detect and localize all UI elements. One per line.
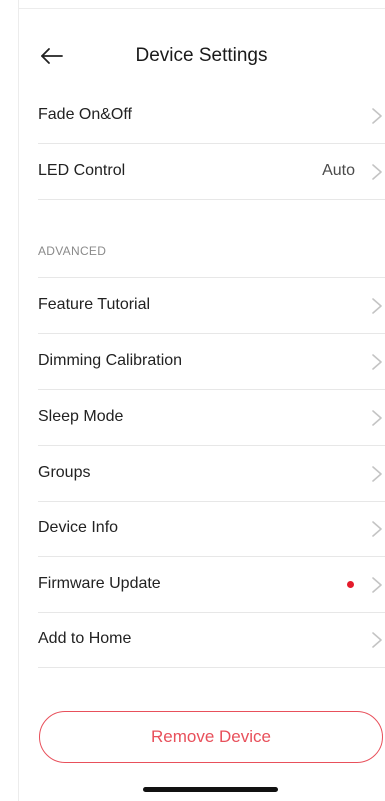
row-firmware-update[interactable]: Firmware Update <box>38 557 385 613</box>
page-title: Device Settings <box>135 45 268 66</box>
row-label: Add to Home <box>38 630 132 647</box>
header: Device Settings <box>18 30 385 82</box>
remove-device-button[interactable]: Remove Device <box>39 711 383 763</box>
chevron-right-icon <box>372 577 382 593</box>
chevron-right-icon <box>372 466 382 482</box>
row-label: LED Control <box>38 162 126 179</box>
row-add-to-home[interactable]: Add to Home <box>38 612 385 668</box>
row-label: Fade On&Off <box>38 106 132 123</box>
home-indicator[interactable] <box>143 787 278 792</box>
chevron-right-icon <box>372 354 382 370</box>
section-header-advanced: ADVANCED <box>38 244 107 258</box>
row-fade-on-off[interactable]: Fade On&Off <box>38 88 385 144</box>
led-control-value: Auto <box>322 162 355 179</box>
chevron-right-icon <box>372 298 382 314</box>
row-led-control[interactable]: LED Control Auto <box>38 144 385 200</box>
chevron-right-icon <box>372 521 382 537</box>
chevron-right-icon <box>372 632 382 648</box>
chevron-right-icon <box>372 164 382 180</box>
row-label: Firmware Update <box>38 575 161 592</box>
row-label: Groups <box>38 464 91 481</box>
row-feature-tutorial[interactable]: Feature Tutorial <box>38 278 385 334</box>
chevron-right-icon <box>372 108 382 124</box>
left-edge-line <box>18 0 19 801</box>
row-sleep-mode[interactable]: Sleep Mode <box>38 390 385 446</box>
row-label: Device Info <box>38 519 119 536</box>
row-dimming-calibration[interactable]: Dimming Calibration <box>38 334 385 390</box>
device-settings-screen: Device Settings Fade On&Off LED Control … <box>0 0 385 801</box>
red-dot-icon <box>347 581 354 588</box>
row-device-info[interactable]: Device Info <box>38 501 385 557</box>
row-label: Sleep Mode <box>38 408 124 425</box>
row-label: Feature Tutorial <box>38 296 151 313</box>
row-label: Dimming Calibration <box>38 352 183 369</box>
row-groups[interactable]: Groups <box>38 446 385 502</box>
chevron-right-icon <box>372 410 382 426</box>
top-edge-line <box>18 8 385 9</box>
